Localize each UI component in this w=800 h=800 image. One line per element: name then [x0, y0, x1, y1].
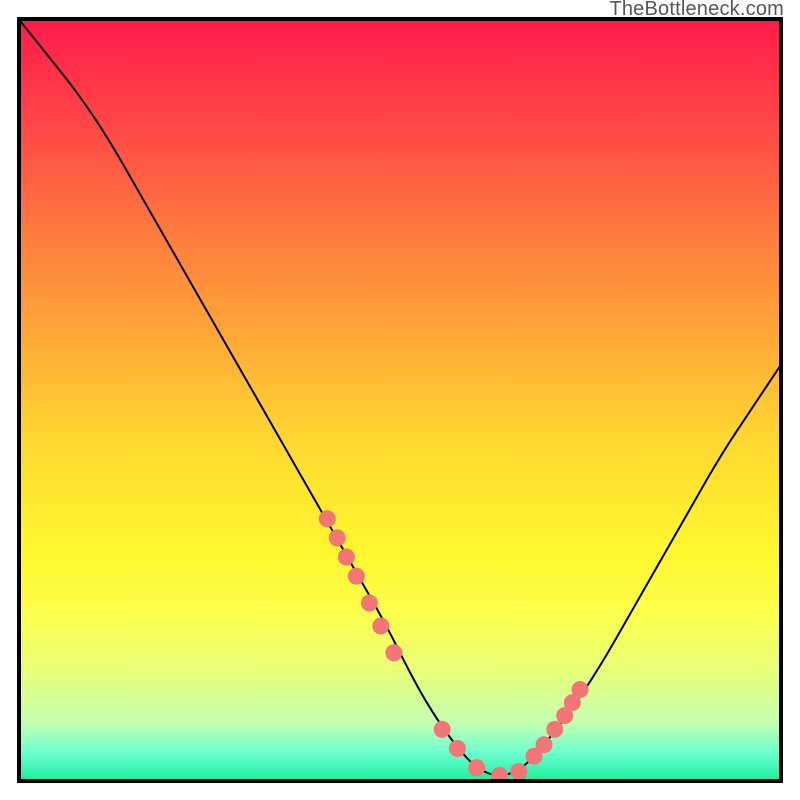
watermark-text: TheBottleneck.com [609, 0, 784, 21]
plot-area [17, 17, 783, 783]
chart-frame: TheBottleneck.com [0, 0, 800, 800]
